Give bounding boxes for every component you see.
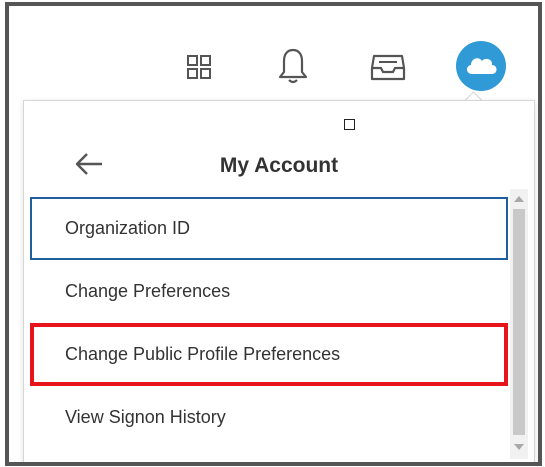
notifications-bell-icon[interactable] — [276, 46, 310, 86]
apps-grid-icon[interactable] — [184, 52, 214, 82]
menu-item-label: View Signon History — [65, 407, 226, 427]
panel-title: My Account — [219, 154, 339, 177]
screenshot-frame: My Account Organization ID Change Prefer… — [5, 2, 542, 466]
scroll-up-arrow-icon[interactable] — [510, 191, 528, 207]
menu-item-label: Change Preferences — [65, 281, 231, 301]
menu-item-label: Organization ID — [65, 218, 191, 238]
menu-item-change-preferences[interactable]: Change Preferences — [30, 260, 508, 323]
menu-item-organization-id[interactable]: Organization ID — [30, 197, 508, 260]
my-account-dropdown: My Account Organization ID Change Prefer… — [23, 100, 535, 462]
menu-item-view-signon-history[interactable]: View Signon History — [30, 386, 508, 449]
account-avatar[interactable] — [456, 41, 506, 91]
inbox-tray-icon[interactable] — [369, 50, 407, 84]
menu-item-change-public-profile-preferences[interactable]: Change Public Profile Preferences — [30, 323, 508, 386]
square-icon — [344, 119, 355, 130]
account-menu-list: Organization ID Change Preferences Chang… — [30, 197, 508, 449]
scrollbar-thumb[interactable] — [513, 209, 525, 435]
scroll-down-arrow-icon[interactable] — [510, 439, 528, 455]
cloud-avatar-icon — [463, 52, 499, 81]
menu-item-label: Change Public Profile Preferences — [65, 344, 341, 364]
top-header-bar — [9, 6, 538, 102]
menu-scrollbar[interactable] — [510, 189, 528, 459]
